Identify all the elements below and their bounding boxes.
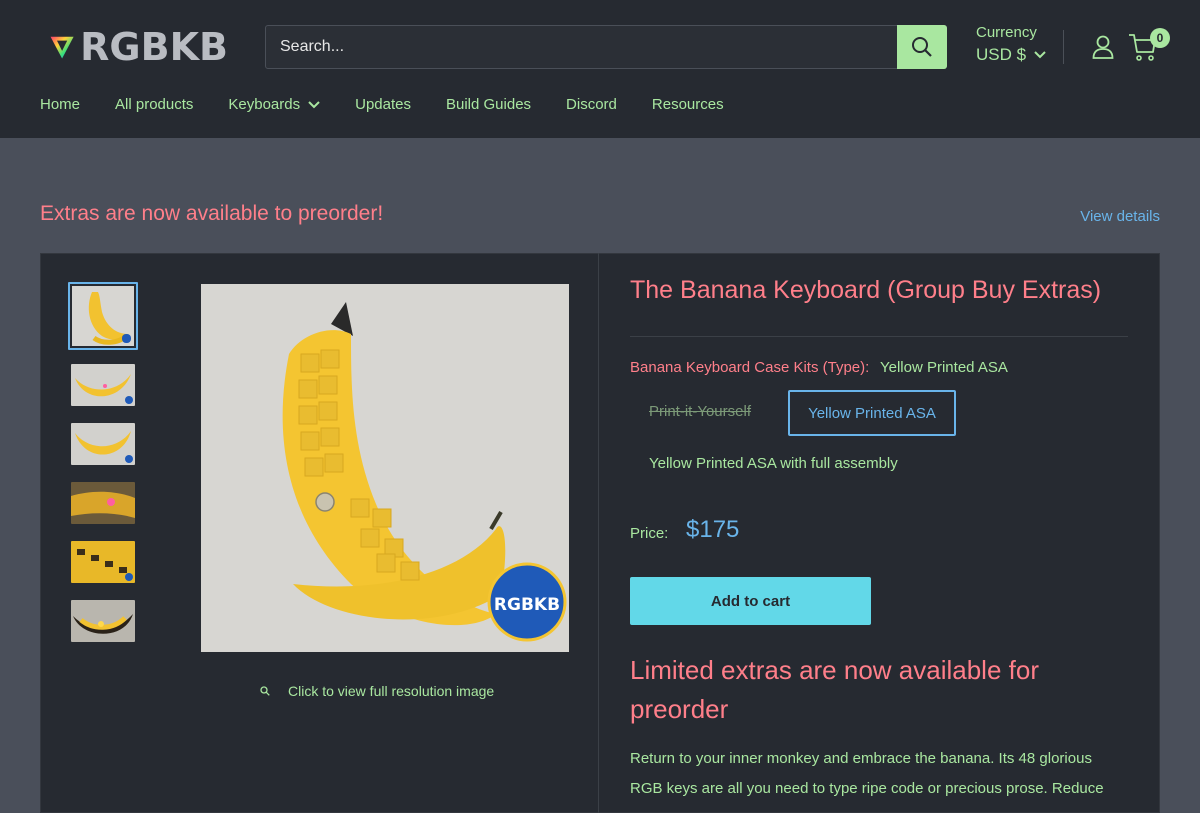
search-button[interactable]: [897, 25, 947, 69]
banana-keyboard-thumbnail: [71, 423, 135, 465]
logo-badge-text: RGBKB: [494, 595, 560, 615]
cart-count-badge: 0: [1150, 28, 1170, 48]
thumbnail-2[interactable]: [71, 364, 135, 406]
view-details-link[interactable]: View details: [1080, 208, 1160, 225]
banana-keyboard-photo: RGBKB: [201, 284, 569, 652]
nav-item-updates[interactable]: Updates: [355, 96, 411, 113]
announcement-text: Extras are now available to preorder!: [40, 202, 384, 225]
variant-label: Banana Keyboard Case Kits (Type):: [630, 359, 870, 376]
thumbnail-4[interactable]: [71, 482, 135, 524]
logo-shield-icon: [50, 36, 74, 59]
banana-keyboard-thumbnail: [71, 541, 135, 583]
nav-item-label: Keyboards: [228, 96, 301, 113]
product-title: The Banana Keyboard (Group Buy Extras): [630, 276, 1102, 304]
user-icon: [1092, 35, 1114, 59]
nav-item-build-guides[interactable]: Build Guides: [446, 96, 531, 113]
title-divider: [630, 336, 1128, 337]
search-bar: [265, 25, 947, 69]
zoom-icon: [260, 686, 270, 696]
currency-value[interactable]: USD $: [976, 45, 1046, 65]
nav-item-label: Resources: [651, 96, 724, 113]
nav-item-resources[interactable]: Resources: [652, 96, 724, 113]
add-to-cart-button[interactable]: Add to cart: [630, 577, 871, 625]
thumbnail-1[interactable]: [68, 282, 138, 350]
banana-keyboard-thumbnail: [72, 286, 134, 346]
banana-keyboard-thumbnail: [71, 364, 135, 406]
nav-item-all-products[interactable]: All products: [115, 96, 193, 113]
main-nav: Home All products Keyboards Updates Buil…: [40, 96, 724, 113]
thumbnail-6[interactable]: [71, 600, 135, 642]
header-divider: [1063, 30, 1064, 64]
product-main-image[interactable]: RGBKB: [201, 284, 569, 652]
nav-item-label: Discord: [566, 96, 617, 113]
account-link[interactable]: [1092, 35, 1114, 59]
product-description: Return to your inner monkey and embrace …: [630, 750, 1104, 797]
currency-value-text: USD $: [976, 45, 1027, 64]
search-input[interactable]: [266, 26, 898, 68]
nav-item-discord[interactable]: Discord: [566, 96, 617, 113]
promo-heading: Limited extras are now available for pre…: [630, 655, 1039, 724]
view-full-image-link[interactable]: Click to view full resolution image: [260, 683, 494, 699]
banana-keyboard-thumbnail: [71, 600, 135, 642]
rgbkb-logo[interactable]: RGBKB: [48, 24, 228, 70]
chevron-down-icon: [1034, 51, 1046, 59]
chevron-down-icon: [308, 100, 320, 108]
search-icon: [912, 37, 932, 57]
nav-item-label: Build Guides: [445, 96, 532, 113]
currency-selector[interactable]: Currency USD $: [976, 24, 1046, 65]
option-yellow-printed-asa[interactable]: Yellow Printed ASA: [788, 390, 956, 436]
view-full-image-text: Click to view full resolution image: [288, 683, 495, 699]
thumbnail-5[interactable]: [71, 541, 135, 583]
currency-label: Currency: [976, 24, 1037, 41]
nav-item-label: Updates: [355, 96, 411, 113]
logo-text: RGBKB: [80, 25, 228, 69]
banana-keyboard-thumbnail: [71, 482, 135, 524]
thumbnail-3[interactable]: [71, 423, 135, 465]
card-divider: [598, 253, 599, 813]
option-print-it-yourself[interactable]: Print-it-Yourself: [630, 390, 770, 436]
price-value: $175: [686, 516, 740, 543]
nav-item-label: Home: [40, 96, 81, 113]
price-label: Price:: [630, 525, 669, 542]
nav-item-home[interactable]: Home: [40, 96, 80, 113]
nav-item-label: All products: [115, 96, 194, 113]
nav-item-keyboards[interactable]: Keyboards: [228, 96, 320, 113]
thumbnail-list: [68, 282, 138, 659]
variant-selected-value: Yellow Printed ASA: [880, 359, 1008, 376]
site-header: RGBKB Currency USD $: [0, 0, 1200, 138]
option-yellow-printed-asa-assembly[interactable]: Yellow Printed ASA with full assembly: [630, 442, 917, 488]
